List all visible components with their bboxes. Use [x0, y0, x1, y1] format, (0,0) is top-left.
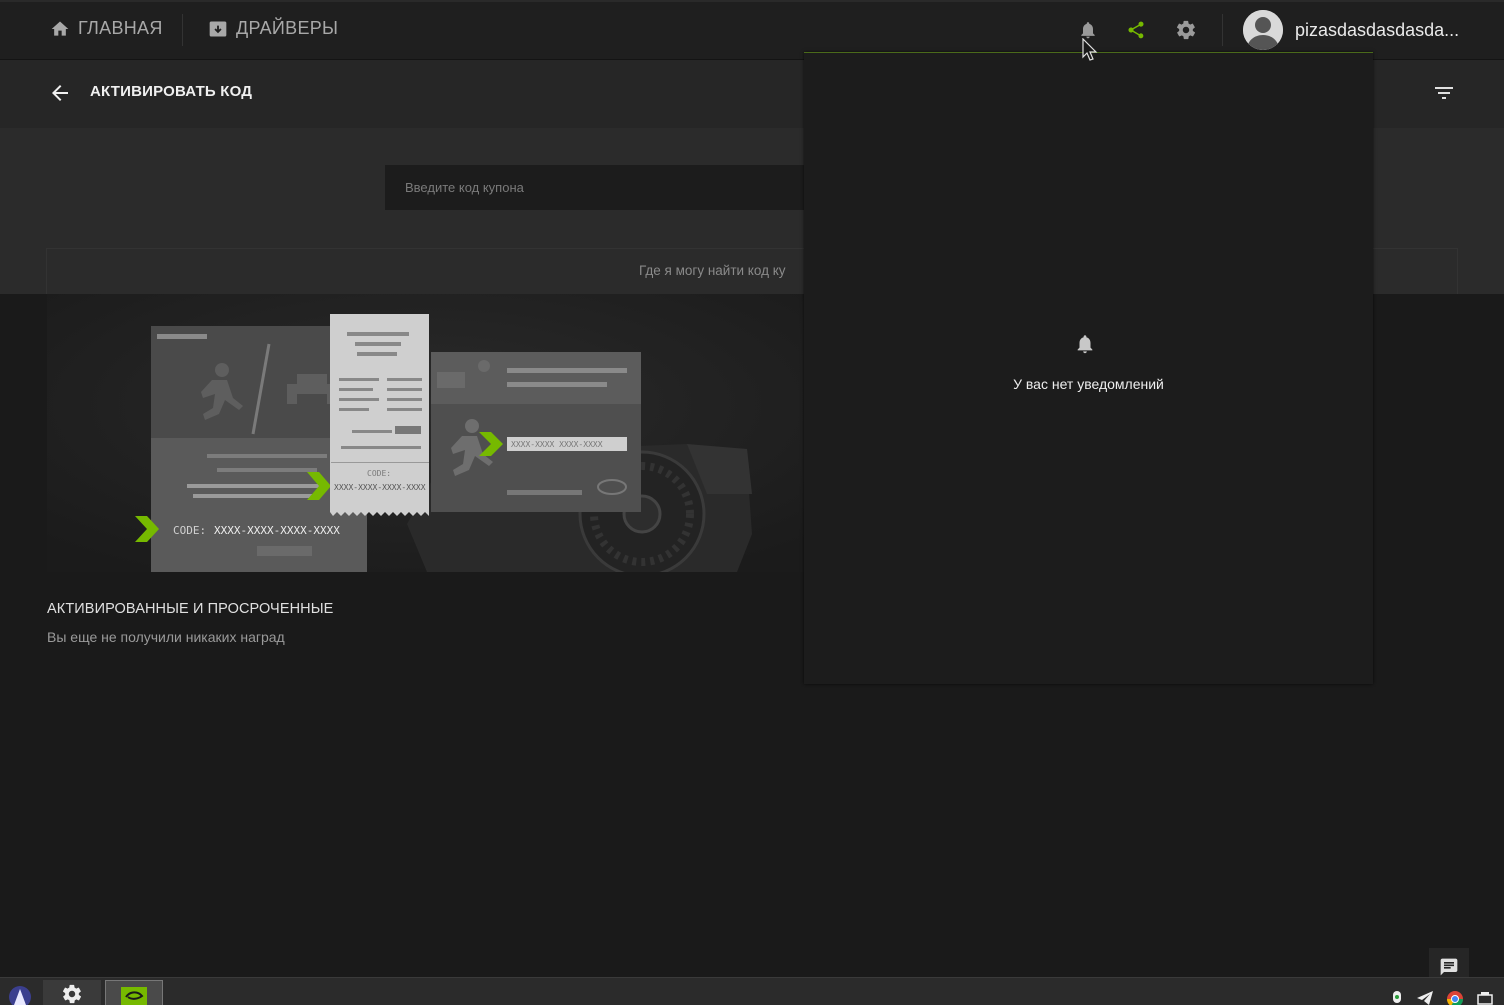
bell-icon	[1077, 335, 1093, 354]
notifications-empty-text: У вас нет уведомлений	[1013, 376, 1164, 392]
share-icon	[1128, 21, 1144, 39]
notifications-panel: У вас нет уведомлений	[804, 52, 1373, 684]
nav-home-label: ГЛАВНАЯ	[78, 18, 163, 38]
back-arrow-icon[interactable]	[48, 81, 72, 105]
chat-icon	[1440, 958, 1458, 976]
coupon-illustration: CODE: XXXX-XXXX-XXXX-XXXX CODE: XXXX-XXX…	[47, 294, 807, 572]
user-avatar[interactable]	[1243, 10, 1283, 50]
share-button[interactable]	[1124, 18, 1148, 42]
coupon-code-input[interactable]	[385, 165, 805, 210]
tray-chrome-icon[interactable]	[1446, 990, 1464, 1005]
card-code-value: XXXX-XXXX XXXX-XXXX	[511, 440, 603, 449]
nav-home-tab[interactable]: ГЛАВНАЯ	[50, 18, 163, 39]
rewards-heading: АКТИВИРОВАННЫЕ И ПРОСРОЧЕННЫЕ	[47, 601, 334, 617]
user-silhouette-icon	[1243, 10, 1283, 50]
receipt-code-label: CODE:	[367, 469, 391, 478]
gear-icon	[1176, 20, 1196, 40]
start-button[interactable]	[0, 980, 40, 1005]
rewards-empty-text: Вы еще не получили никаких наград	[47, 629, 285, 645]
bell-icon	[1081, 22, 1095, 39]
home-icon	[51, 21, 69, 36]
nav-divider	[182, 14, 183, 46]
illus-code-label: CODE:	[173, 524, 206, 537]
drivers-box-icon	[209, 21, 227, 36]
illustration-graphic: CODE: XXXX-XXXX-XXXX-XXXX CODE: XXXX-XXX…	[47, 294, 807, 572]
filter-icon[interactable]	[1432, 81, 1456, 105]
os-taskbar	[0, 977, 1504, 1005]
taskbar-nvidia-app[interactable]	[105, 980, 163, 1005]
tray-mic-icon[interactable]	[1388, 990, 1406, 1005]
nav-divider-right	[1222, 14, 1223, 46]
nvidia-logo-icon	[121, 987, 147, 1005]
receipt-code-value: XXXX-XXXX-XXXX-XXXX	[334, 483, 426, 492]
nav-drivers-tab[interactable]: ДРАЙВЕРЫ	[208, 18, 338, 39]
illus-code-value: XXXX-XXXX-XXXX-XXXX	[214, 524, 340, 537]
mouse-cursor-icon	[1082, 38, 1098, 61]
tray-telegram-icon[interactable]	[1416, 990, 1434, 1005]
app-window: ГЛАВНАЯ ДРАЙВЕРЫ pizasdasdasdasda... АКТ…	[0, 0, 1504, 1005]
nav-drivers-label: ДРАЙВЕРЫ	[236, 18, 339, 38]
where-find-code-link[interactable]: Где я могу найти код ку	[639, 263, 786, 278]
page-title: АКТИВИРОВАТЬ КОД	[90, 83, 253, 100]
top-line	[0, 0, 1504, 2]
taskbar-settings-app[interactable]	[43, 980, 101, 1005]
username-label[interactable]: pizasdasdasdasda...	[1295, 20, 1459, 41]
tray-network-icon[interactable]	[1476, 990, 1494, 1005]
top-nav-bar: ГЛАВНАЯ ДРАЙВЕРЫ pizasdasdasdasda...	[0, 0, 1504, 60]
gear-icon	[62, 984, 82, 1004]
start-logo-icon	[9, 986, 31, 1005]
settings-button[interactable]	[1174, 18, 1198, 42]
